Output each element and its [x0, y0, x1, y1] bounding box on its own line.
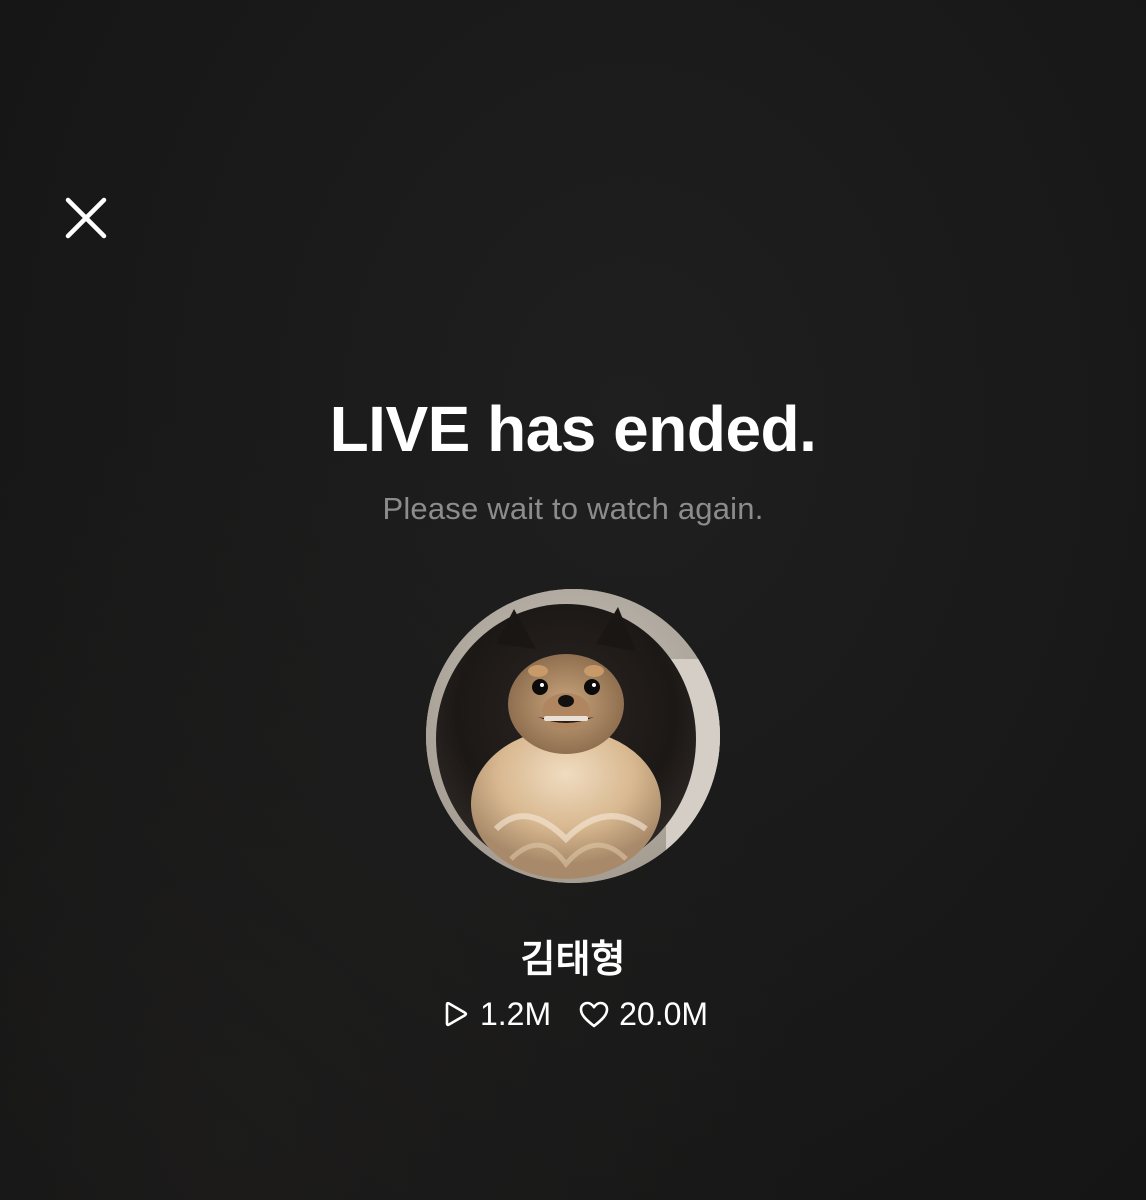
pomeranian-dog-avatar — [426, 589, 720, 883]
avatar[interactable] — [426, 589, 720, 883]
close-icon — [65, 197, 107, 239]
live-ended-title: LIVE has ended. — [329, 393, 817, 465]
live-ended-subtitle: Please wait to watch again. — [382, 491, 764, 526]
views-stat: 1.2M — [438, 996, 551, 1033]
likes-count: 20.0M — [619, 996, 709, 1032]
likes-stat: 20.0M — [577, 996, 708, 1033]
play-icon — [445, 1001, 468, 1026]
profile-name[interactable]: 김태형 — [0, 928, 1146, 983]
views-count: 1.2M — [479, 996, 552, 1032]
live-stats: 1.2M 20.0M — [0, 996, 1146, 1033]
heart-icon — [579, 1001, 609, 1027]
close-button[interactable] — [58, 190, 114, 246]
